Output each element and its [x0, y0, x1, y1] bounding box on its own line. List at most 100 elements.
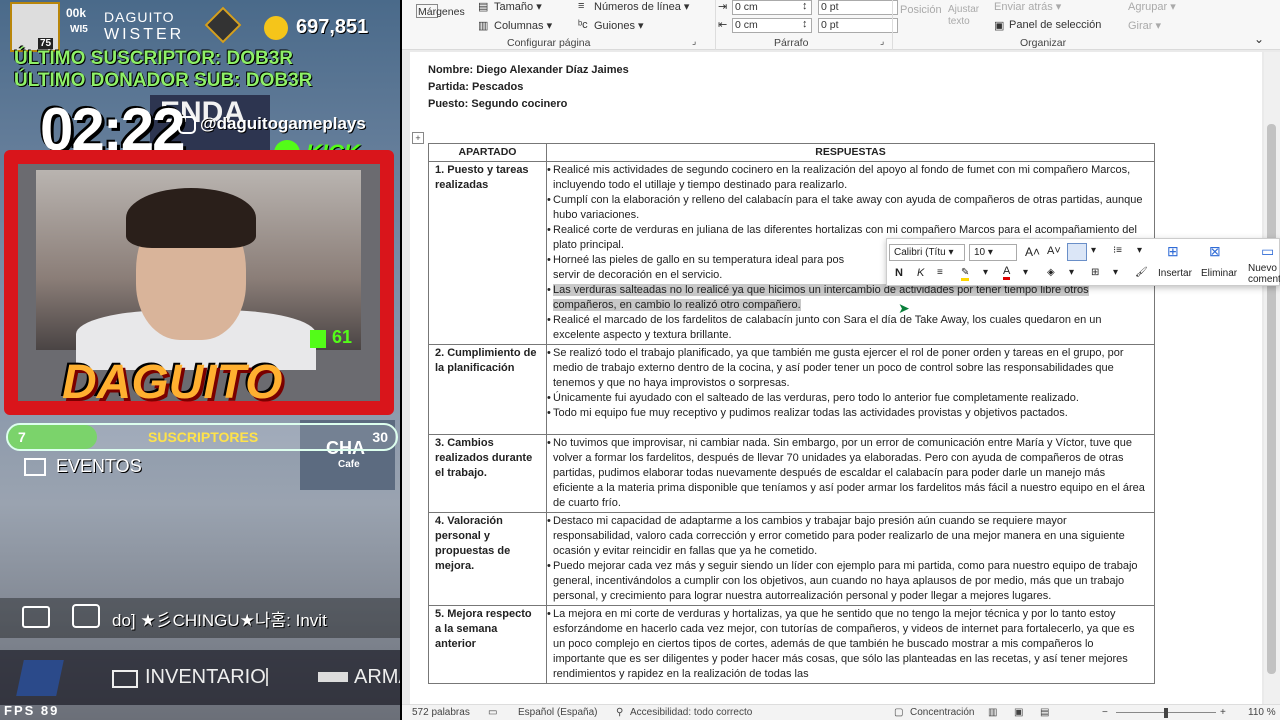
table-move-handle-icon[interactable]: +: [412, 132, 424, 144]
format-painter-icon[interactable]: 🖌: [1135, 267, 1148, 278]
chat-icon[interactable]: [72, 604, 100, 628]
space-after-value: 0 pt: [821, 19, 839, 31]
numbering-icon[interactable]: ⁝≡: [1113, 245, 1122, 256]
bold-button[interactable]: N: [895, 267, 903, 279]
wrap-text-button[interactable]: Ajustar texto: [948, 4, 988, 28]
subscriber-goal-bar: 7 SUSCRIPTORES 30: [6, 423, 398, 451]
list-item: Realicé mis actividades de segundo cocin…: [547, 163, 1148, 193]
space-before-input[interactable]: 0 pt: [818, 0, 898, 15]
position-button[interactable]: Posición: [900, 4, 942, 16]
kick-small-icon: [310, 330, 326, 348]
shading-icon[interactable]: ◈: [1047, 267, 1055, 278]
highlight-icon[interactable]: ✎: [961, 267, 970, 281]
word-count[interactable]: 572 palabras: [412, 707, 470, 718]
clan-name: WISTER: [104, 26, 185, 43]
scrollbar-thumb[interactable]: [1267, 124, 1276, 674]
dialog-launcher-icon[interactable]: ⌟: [880, 36, 884, 47]
bullets-icon[interactable]: [1067, 243, 1087, 261]
borders-dropdown-icon[interactable]: ▾: [1113, 267, 1118, 278]
proofing-icon[interactable]: ▭: [488, 707, 497, 718]
font-color-dropdown-icon[interactable]: ▾: [1023, 267, 1028, 278]
weapon-button[interactable]: ARMA: [354, 666, 400, 689]
numbering-dropdown-icon[interactable]: ▾: [1137, 245, 1142, 256]
insert-table-icon[interactable]: ⊞: [1167, 243, 1179, 260]
dialog-launcher-icon[interactable]: ⌟: [692, 36, 696, 47]
student-name: Nombre: Diego Alexander Díaz Jaimes: [428, 64, 629, 76]
font-color-icon[interactable]: A: [1003, 265, 1011, 280]
indent-left-input[interactable]: 0 cm: [732, 0, 812, 15]
font-family-value: Calibri (Títu: [894, 247, 946, 258]
zoom-in-button[interactable]: +: [1220, 707, 1226, 718]
highlight-dropdown-icon[interactable]: ▾: [983, 267, 988, 278]
space-after-input[interactable]: 0 pt: [818, 18, 898, 33]
person-hair: [126, 188, 256, 248]
font-size-value: 10: [974, 247, 986, 258]
grow-font-icon[interactable]: A˄: [1025, 245, 1040, 259]
row-label: 1. Puesto y tareas realizadas: [428, 161, 547, 345]
indent-right-value: 0 cm: [735, 19, 758, 31]
columns-icon: ▤: [478, 1, 489, 13]
send-back-button: Enviar atrás ▾: [994, 1, 1062, 13]
insert-button[interactable]: Insertar: [1158, 268, 1192, 279]
group-button[interactable]: Agrupar ▾: [1128, 0, 1176, 13]
table-row: 2. Cumplimiento de la planificación Se r…: [428, 344, 1155, 435]
delete-button[interactable]: Eliminar: [1201, 268, 1237, 279]
italic-button[interactable]: K: [917, 267, 924, 279]
read-mode-icon[interactable]: ▥: [988, 707, 997, 718]
document-page[interactable]: Nombre: Diego Alexander Díaz Jaimes Part…: [410, 52, 1262, 704]
rotate-button[interactable]: Girar ▾: [1128, 19, 1161, 32]
zoom-slider-thumb[interactable]: [1164, 708, 1168, 718]
subscriber-goal-label: SUSCRIPTORES: [148, 429, 259, 445]
accessibility-icon: ⚲: [616, 707, 624, 718]
zoom-level[interactable]: 110 %: [1248, 707, 1276, 718]
player-name: DAGUITO: [104, 9, 175, 25]
list-item: La mejora en mi corte de verduras y hort…: [547, 607, 1148, 682]
events-button[interactable]: EVENTOS: [56, 456, 142, 477]
line-numbers-button[interactable]: Números de línea ▾: [594, 0, 689, 13]
new-comment-button[interactable]: Nuevo comentario: [1248, 263, 1280, 285]
row-label: 4. Valoración personal y propuestas de m…: [428, 512, 547, 606]
shrink-font-icon[interactable]: A˅: [1047, 245, 1061, 257]
col-header-respuestas: RESPUESTAS: [546, 143, 1155, 162]
bullets-dropdown-icon[interactable]: ▾: [1091, 245, 1096, 256]
accessibility-status[interactable]: Accesibilidad: todo correcto: [630, 707, 752, 718]
columns-button[interactable]: Columnas ▾: [494, 19, 552, 32]
share-icon[interactable]: [22, 606, 50, 628]
web-layout-icon[interactable]: ▤: [1040, 707, 1049, 718]
indent-left-value: 0 cm: [735, 1, 758, 13]
indent-right-input[interactable]: 0 cm: [732, 18, 812, 33]
avatar-tag: 00k: [66, 6, 87, 20]
focus-mode-button[interactable]: Concentración: [910, 707, 974, 718]
columns-label: Columnas: [494, 20, 544, 32]
collapse-ribbon-icon[interactable]: ⌄: [1254, 32, 1264, 46]
selection-pane-button[interactable]: Panel de selección: [1009, 19, 1101, 31]
webcam-feed: [36, 170, 361, 370]
print-layout-icon[interactable]: ▣: [1014, 707, 1023, 718]
align-icon[interactable]: ≡: [937, 267, 943, 278]
shading-dropdown-icon[interactable]: ▾: [1069, 267, 1074, 278]
language-status[interactable]: Español (España): [518, 707, 598, 718]
row-answers: Destaco mi capacidad de adaptarme a los …: [546, 512, 1155, 606]
divider: [715, 0, 716, 50]
delete-table-icon[interactable]: ⊠: [1209, 243, 1221, 260]
last-subscriber-banner: ÚLTIMO SUSCRIPTOR: DOB3R: [14, 48, 294, 69]
new-comment-icon[interactable]: ▭: [1261, 243, 1274, 260]
kick-viewer-count: 61: [332, 327, 353, 347]
borders-icon[interactable]: ⊞: [1091, 267, 1099, 278]
zoom-out-button[interactable]: −: [1102, 707, 1108, 718]
vertical-scrollbar[interactable]: [1264, 52, 1280, 704]
hyphenation-button[interactable]: Guiones ▾: [594, 19, 644, 32]
instagram-icon: [178, 116, 196, 134]
size-button[interactable]: Tamaño ▾: [494, 0, 542, 13]
indent-right-icon: ⇤: [718, 19, 728, 31]
avatar-sub: WI5: [70, 24, 88, 35]
row-answers: La mejora en mi corte de verduras y hort…: [546, 605, 1155, 684]
inventory-button[interactable]: INVENTARIO: [145, 666, 266, 689]
margins-label: Márgenes: [418, 6, 465, 18]
focus-icon: ▢: [894, 707, 904, 718]
font-family-select[interactable]: Calibri (Títu ▾: [889, 244, 965, 261]
list-item: Las verduras salteadas no lo realicé ya …: [547, 283, 1148, 313]
group-page-setup: Configurar página: [507, 37, 591, 49]
font-size-select[interactable]: 10 ▾: [969, 244, 1017, 261]
margins-button[interactable]: Márgenes: [418, 6, 467, 18]
